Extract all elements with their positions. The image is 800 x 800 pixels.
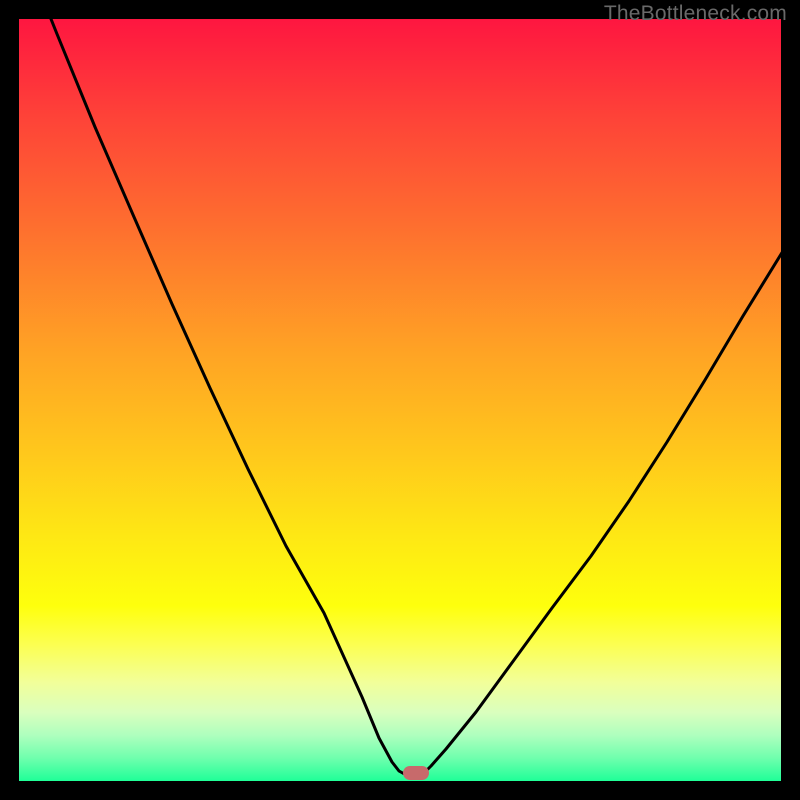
plot-gradient-background (19, 19, 781, 781)
plot-frame (19, 19, 781, 781)
optimal-point-marker (403, 766, 429, 780)
watermark-text: TheBottleneck.com (604, 2, 787, 26)
